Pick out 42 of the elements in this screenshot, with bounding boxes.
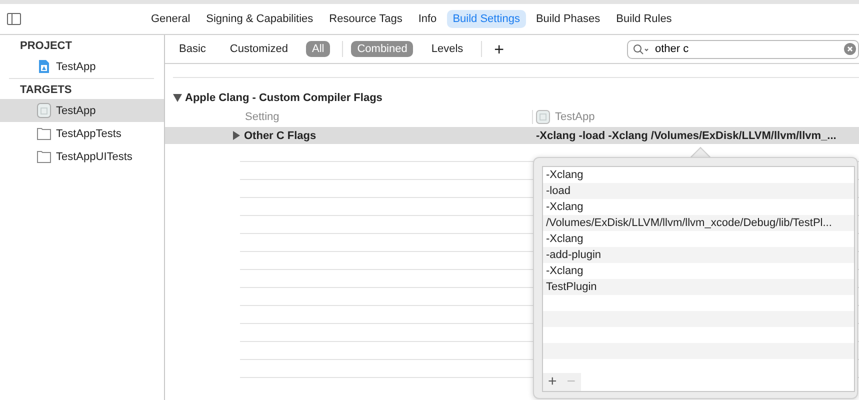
list-item[interactable]: -Xclang [543,231,854,247]
document-icon [37,59,51,74]
tab[interactable]: General [145,10,196,28]
add-button[interactable]: + [490,40,508,58]
tab[interactable]: Signing & Capabilities [200,10,320,28]
filter-button[interactable]: Basic [173,41,212,57]
setting-name: Other C Flags [244,130,316,142]
add-button[interactable]: + [543,373,562,391]
sidebar-item[interactable]: TestAppTests [0,122,164,145]
search-icon [633,44,649,54]
column-header: Setting [245,111,280,123]
clear-icon[interactable] [844,43,856,55]
list-item[interactable]: /Volumes/ExDisk/LLVM/llvm/llvm_xcode/Debug/lib/TestPl... [543,215,854,231]
list-item[interactable]: -Xclang [543,199,854,215]
tab[interactable]: Build Rules [610,10,678,28]
sidebar-item[interactable]: TestApp [0,99,164,122]
section-heading: TARGETS [19,83,73,98]
sidebar-item[interactable]: TestApp [0,55,164,78]
list-item[interactable]: -add-plugin [543,247,854,263]
folder-icon [37,149,51,164]
expanded-triangle-icon[interactable] [173,94,182,102]
section-heading: PROJECT [19,39,73,54]
list-item[interactable]: -load [543,183,854,199]
view-button[interactable]: Levels [425,41,470,57]
tab[interactable]: Build Phases [530,10,606,28]
search-field[interactable]: other c [627,40,859,58]
folder-icon [37,126,51,141]
column-header: TestApp [555,111,595,123]
sidebar-toggle-icon[interactable] [7,12,21,26]
list-item[interactable]: -Xclang [543,167,854,183]
filter-button[interactable]: Customized [224,41,294,57]
tab[interactable]: Info [412,10,443,28]
sidebar-item[interactable]: TestAppUITests [0,145,164,168]
setting-value[interactable]: -Xclang -load -Xclang /Volumes/ExDisk/LLVM/llvm/llvm_... [536,130,836,142]
section-title: Apple Clang - Custom Compiler Flags [185,92,382,104]
app-icon [37,103,51,118]
app-icon [536,110,550,124]
list-item[interactable]: -Xclang [543,263,854,279]
list-item[interactable]: TestPlugin [543,279,854,295]
collapsed-triangle-icon[interactable] [233,131,241,140]
setting-row[interactable]: Other C Flags -Xclang -load -Xclang /Volumes/ExDisk/LLVM/llvm/llvm_... [165,127,859,144]
tab[interactable]: Resource Tags [323,10,408,28]
